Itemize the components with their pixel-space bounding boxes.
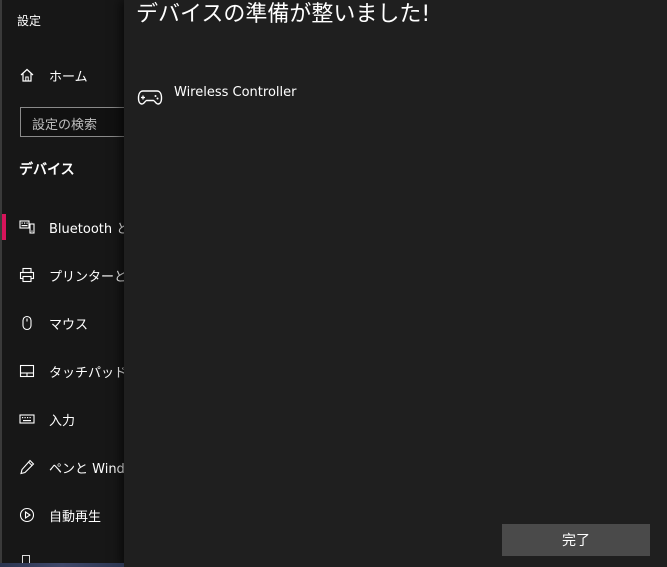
pen-icon bbox=[18, 458, 36, 476]
nav-typing-label: 入力 bbox=[49, 413, 76, 429]
touchpad-icon bbox=[18, 362, 36, 380]
device-name: Wireless Controller bbox=[174, 85, 297, 100]
home-icon bbox=[18, 66, 36, 84]
nav-touchpad-label: タッチパッド bbox=[49, 365, 127, 381]
settings-pane: 設定 ホーム 設定の検索 デバイス Bluetooth プリンターと マウス タ… bbox=[0, 0, 127, 567]
nav-touchpad[interactable]: タッチパッド bbox=[2, 353, 127, 389]
mouse-icon bbox=[18, 314, 36, 332]
nav-mouse-label: マウス bbox=[49, 317, 89, 333]
section-heading: デバイス bbox=[19, 162, 75, 178]
printer-icon bbox=[18, 266, 36, 284]
nav-typing[interactable]: 入力 bbox=[2, 401, 127, 437]
selection-indicator bbox=[2, 214, 6, 240]
gamepad-icon bbox=[137, 88, 163, 110]
window-title: 設定 bbox=[17, 14, 42, 28]
nav-pen[interactable]: ペンと Windows Ink bbox=[2, 449, 127, 485]
nav-bluetooth-label: Bluetooth とその他のデバイス bbox=[49, 221, 127, 237]
autoplay-icon bbox=[18, 506, 36, 524]
nav-mouse[interactable]: マウス bbox=[2, 305, 127, 341]
dialog-title: デバイスの準備が整いました! bbox=[136, 2, 431, 27]
device-ready-dialog: デバイスの準備が整いました! Wireless Controller 完了 bbox=[124, 0, 667, 567]
device-list-item: Wireless Controller bbox=[136, 82, 436, 112]
search-placeholder: 設定の検索 bbox=[32, 118, 98, 133]
nav-printers-label: プリンターとスキャナー bbox=[49, 269, 127, 285]
bluetooth-devices-icon bbox=[18, 218, 36, 236]
nav-autoplay-label: 自動再生 bbox=[49, 509, 102, 525]
nav-autoplay[interactable]: 自動再生 bbox=[2, 497, 127, 533]
nav-printers[interactable]: プリンターとスキャナー bbox=[2, 257, 127, 293]
nav-bluetooth[interactable]: Bluetooth とその他のデバイス bbox=[2, 209, 127, 245]
nav-pen-label: ペンと Windows Ink bbox=[49, 461, 127, 477]
taskbar-edge bbox=[0, 563, 124, 567]
keyboard-icon bbox=[18, 410, 36, 428]
done-button[interactable]: 完了 bbox=[502, 524, 650, 556]
search-input[interactable]: 設定の検索 bbox=[20, 107, 127, 137]
screen: 設定 ホーム 設定の検索 デバイス Bluetooth プリンターと マウス タ… bbox=[0, 0, 667, 567]
nav-home[interactable]: ホーム bbox=[2, 57, 127, 93]
nav-home-label: ホーム bbox=[49, 69, 88, 85]
